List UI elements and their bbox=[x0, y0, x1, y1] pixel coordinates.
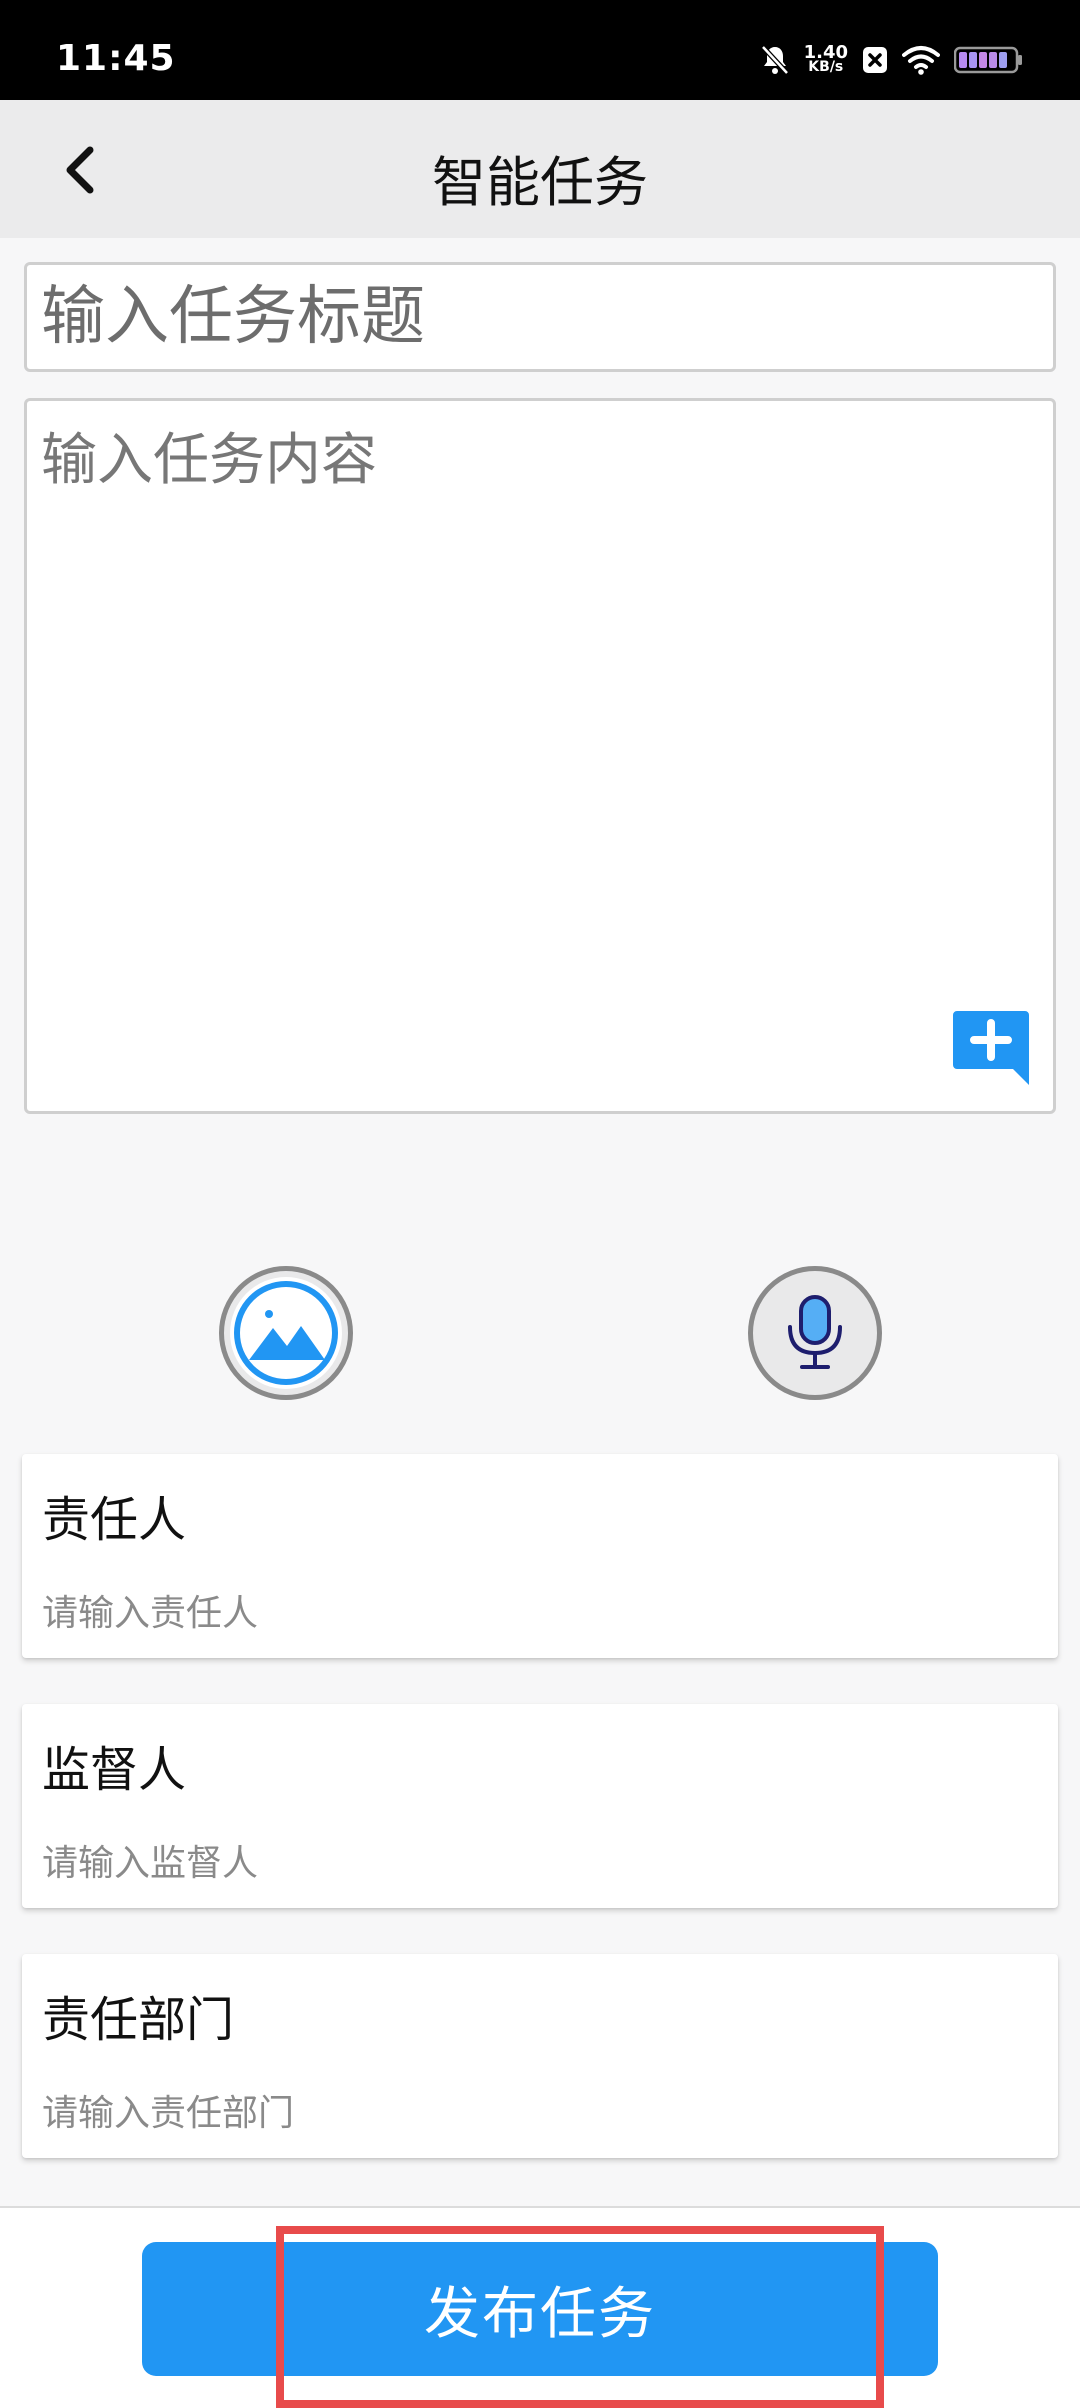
supervisor-input[interactable] bbox=[42, 1838, 1032, 1888]
status-time: 11:45 bbox=[56, 38, 176, 79]
responsible-department-input[interactable] bbox=[42, 2088, 1032, 2138]
net-speed-value: 1.40 bbox=[803, 42, 848, 63]
image-picker-button[interactable] bbox=[219, 1266, 353, 1400]
status-bar: 11:45 1.40 KB/s bbox=[0, 0, 1080, 100]
mute-bell-icon bbox=[760, 44, 790, 76]
app-header: 智能任务 bbox=[0, 100, 1080, 238]
battery-icon bbox=[954, 45, 1024, 75]
add-comment-icon bbox=[953, 1011, 1029, 1085]
voice-input-button[interactable] bbox=[748, 1266, 882, 1400]
status-icons: 1.40 KB/s bbox=[760, 40, 1024, 80]
responsible-person-card: 责任人 bbox=[22, 1454, 1058, 1658]
responsible-person-label: 责任人 bbox=[42, 1492, 187, 1548]
task-content-input[interactable] bbox=[27, 401, 1053, 1111]
add-content-button[interactable] bbox=[953, 1011, 1029, 1085]
responsible-department-label: 责任部门 bbox=[42, 1992, 235, 2048]
wifi-icon bbox=[902, 45, 940, 75]
image-picker-icon bbox=[230, 1277, 342, 1389]
task-title-input[interactable] bbox=[24, 262, 1056, 372]
supervisor-label: 监督人 bbox=[42, 1742, 187, 1798]
net-speed: 1.40 KB/s bbox=[803, 42, 848, 75]
responsible-department-card: 责任部门 bbox=[22, 1954, 1058, 2158]
bottom-bar: 发布任务 bbox=[0, 2206, 1080, 2408]
responsible-person-input[interactable] bbox=[42, 1588, 1032, 1638]
supervisor-card: 监督人 bbox=[22, 1704, 1058, 1908]
publish-task-button[interactable]: 发布任务 bbox=[142, 2242, 938, 2376]
net-speed-unit: KB/s bbox=[808, 59, 844, 75]
task-content-box bbox=[24, 398, 1056, 1114]
microphone-icon bbox=[788, 1295, 842, 1369]
close-box-icon bbox=[862, 46, 888, 74]
page-title: 智能任务 bbox=[432, 151, 648, 214]
